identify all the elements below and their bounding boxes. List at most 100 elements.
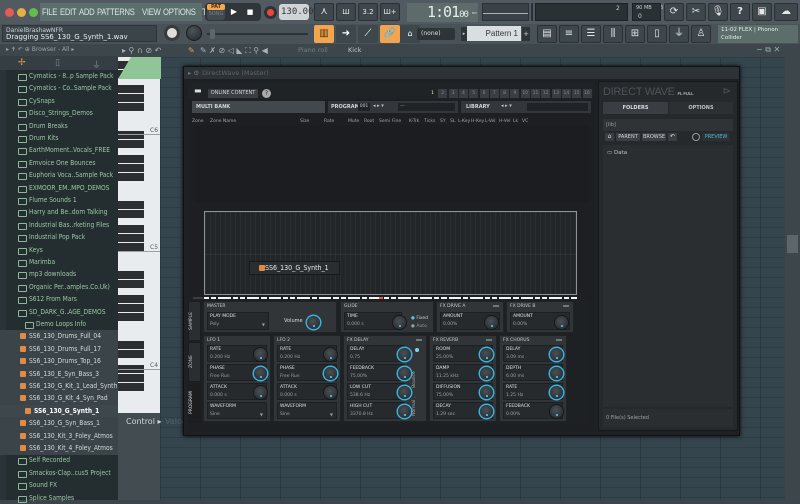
browser-item[interactable]: CySnaps — [0, 95, 118, 108]
black-key[interactable] — [118, 94, 144, 102]
browser-item[interactable]: SS6_130_Drums_Full_17 — [0, 342, 118, 356]
browser-item[interactable]: SS6_130_G_Synth_1 — [0, 404, 118, 418]
program-slot-1[interactable]: 1 — [428, 89, 437, 98]
typing-keyboard-icon[interactable]: ▥ — [314, 25, 334, 43]
column-header[interactable]: Root — [364, 119, 374, 124]
slide-icon[interactable]: ⟋ — [358, 25, 378, 43]
piano-roll-tools-icons[interactable]: ▸ ⚲ ∩ ⊘ ↶ — [122, 44, 161, 57]
glide-fixed-option[interactable]: ● Fixed — [411, 316, 428, 321]
column-header[interactable]: SL — [450, 119, 455, 124]
browser-item[interactable]: Industrial Pop Pack — [0, 231, 118, 244]
glide-time-knob[interactable] — [393, 316, 406, 329]
channel-rack-icon[interactable]: ☰ — [581, 25, 601, 43]
column-header[interactable]: Lk — [513, 119, 518, 124]
browser-item[interactable]: Sound FX — [0, 479, 118, 492]
program-slot-7[interactable]: 7 — [489, 89, 499, 98]
black-key[interactable] — [118, 225, 144, 233]
library-field[interactable] — [527, 103, 588, 111]
delay-feedback-knob[interactable] — [398, 367, 411, 380]
program-slot-9[interactable]: 9 — [510, 89, 520, 98]
browser-item[interactable]: Harry and Be..dom Talking — [0, 206, 118, 219]
piano-keyboard[interactable]: C6 C5 C4 — [118, 57, 160, 413]
program-slot-12[interactable]: 12 — [541, 89, 551, 98]
menu-view[interactable]: VIEW — [142, 7, 161, 17]
tempo-display[interactable]: 130.000 — [279, 4, 319, 20]
black-key[interactable] — [118, 295, 144, 303]
close-window-button[interactable] — [5, 8, 14, 17]
program-slot-2[interactable]: 2 — [438, 89, 448, 98]
master-pitch-slider[interactable] — [205, 27, 310, 41]
column-header[interactable]: Zone Name — [210, 119, 236, 124]
browser-item[interactable]: Euphoria Voca..Sample Pack — [0, 169, 118, 182]
column-header[interactable]: H-Key — [471, 119, 484, 124]
delay-lowcut-knob[interactable] — [398, 386, 411, 399]
browser-item[interactable]: Cymatics - Co..Sample Pack — [0, 82, 118, 95]
lfo1-rate-knob[interactable] — [254, 348, 267, 361]
browser-item[interactable]: SS6_130_E_Syn_Bass_3 — [0, 367, 118, 381]
preview-volume-knob[interactable] — [692, 133, 700, 141]
play-mode-field[interactable]: PLAY MODE Poly ▼ — [207, 312, 269, 330]
black-key[interactable] — [118, 210, 144, 218]
black-key[interactable] — [118, 140, 144, 148]
browser-item[interactable]: mp3 downloads — [0, 268, 118, 281]
step-arrow-icon[interactable]: ➜ — [336, 25, 356, 43]
program-slot-10[interactable]: 10 — [520, 89, 530, 98]
browser-item[interactable]: Keys — [0, 244, 118, 257]
browser-item[interactable]: SD_DARK_G..AGE_DEMOS — [0, 306, 118, 319]
help-icon[interactable]: ? — [262, 89, 271, 98]
black-key[interactable] — [118, 350, 144, 358]
lfo1-phase-knob[interactable] — [254, 367, 267, 380]
pat-song-toggle[interactable]: PAT SONG — [207, 4, 225, 20]
black-key[interactable] — [118, 374, 144, 382]
program-name-field[interactable]: --- — [398, 103, 455, 111]
stop-button[interactable]: ■ — [243, 4, 257, 20]
column-header[interactable]: Fine — [392, 119, 401, 124]
chorus-feedback-knob[interactable] — [550, 405, 563, 418]
black-key[interactable] — [118, 103, 144, 111]
key-map-area[interactable] — [204, 211, 577, 295]
fx-chorus-toggle[interactable] — [556, 339, 562, 341]
piano-roll-icon[interactable]: ≡ — [559, 25, 579, 43]
column-header[interactable]: Size — [300, 119, 309, 124]
chorus-delay-knob[interactable] — [550, 348, 563, 361]
fx-drive-a-toggle[interactable] — [493, 305, 499, 307]
browser-item[interactable]: Smackos-Clap..cus5 Project — [0, 467, 118, 480]
tab-zone[interactable]: ZONE — [188, 342, 201, 382]
browser-item[interactable]: Organic Per..amples.Co.Uk) — [0, 281, 118, 294]
column-header[interactable]: H-Vel — [499, 119, 511, 124]
library-nav-icons[interactable]: ◂ ▸ ▾ — [501, 103, 512, 109]
microphone-icon[interactable]: 🎙 — [708, 3, 728, 21]
program-nav-icons[interactable]: ◂ ▸ ▾ — [373, 103, 384, 109]
column-header[interactable]: SY — [440, 119, 446, 124]
program-slot-14[interactable]: 14 — [561, 89, 571, 98]
browser-item[interactable]: SS6_130_Kit_4_Foley_Atmos — [0, 442, 118, 455]
browser-item[interactable]: SS6_130_G_Syn_Bass_1 — [0, 417, 118, 430]
black-key[interactable] — [118, 383, 144, 391]
black-key[interactable] — [118, 201, 144, 209]
folder-icon[interactable]: ▬ — [194, 86, 202, 95]
link-icon[interactable]: 🔗 — [380, 25, 400, 43]
column-header[interactable]: Zone — [192, 119, 203, 124]
column-header[interactable]: Ticks — [424, 119, 435, 124]
fx-drive-b-toggle[interactable] — [563, 305, 569, 307]
program-slot-13[interactable]: 13 — [551, 89, 561, 98]
browser-item[interactable]: EarthMoment..Vocals_FREE — [0, 144, 118, 157]
piano-roll-scrollbar[interactable] — [785, 57, 800, 500]
metronome-icon[interactable]: ⋏ — [314, 3, 334, 21]
lfo2-attack-knob[interactable] — [324, 386, 337, 399]
column-header[interactable]: VC — [522, 119, 528, 124]
menu-options[interactable]: OPTIONS — [163, 7, 196, 17]
delay-mode-switch[interactable]: Normal ◦ Bounce — [412, 356, 422, 416]
mixer-icon[interactable]: ⫼ — [603, 25, 623, 43]
delay-highcut-knob[interactable] — [398, 405, 411, 418]
help-icon[interactable]: ? — [730, 3, 750, 21]
playlist-icon[interactable]: ▤ — [537, 25, 557, 43]
black-key[interactable] — [118, 313, 144, 321]
directwave-title-bar[interactable]: ▸ ⚙ DirectWave (Master) — [184, 67, 739, 79]
delay-feedback-field[interactable]: FEEDBACK 75.00% — [347, 364, 411, 381]
browser-item[interactable]: Emvoice One Bounces — [0, 157, 118, 170]
folder-item[interactable]: ▭ Data — [607, 150, 627, 156]
program-number[interactable]: 001 — [358, 103, 370, 111]
browser-item[interactable]: Demo Loops Info — [0, 318, 118, 331]
zone-list[interactable] — [194, 125, 590, 203]
